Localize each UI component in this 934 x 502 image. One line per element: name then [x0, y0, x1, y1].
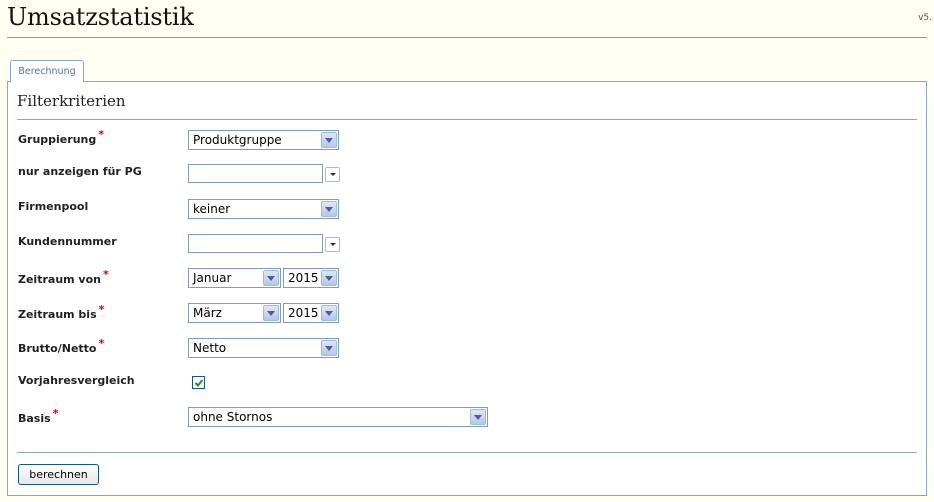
row-nur-anzeigen-pg: nur anzeigen für PG: [8, 164, 926, 186]
berechnen-button[interactable]: berechnen: [18, 464, 99, 485]
basis-label: Basis *: [18, 407, 59, 425]
nur-anzeigen-pg-input[interactable]: [188, 164, 323, 183]
gruppierung-select[interactable]: Produktgruppe: [188, 130, 339, 150]
zeitraum-von-label: Zeitraum von *: [18, 268, 109, 286]
firmenpool-label: Firmenpool: [18, 200, 89, 213]
firmenpool-value: keiner: [193, 202, 231, 216]
required-marker: *: [98, 337, 105, 350]
basis-select[interactable]: ohne Stornos: [188, 407, 488, 427]
tab-berechnung[interactable]: Berechnung: [10, 60, 84, 82]
zeitraum-von-month-select[interactable]: Januar: [188, 268, 281, 288]
row-brutto-netto: Brutto/Netto * Netto: [8, 337, 926, 360]
chevron-down-icon: [321, 305, 337, 321]
zeitraum-bis-year-value: 2015: [288, 306, 319, 320]
gruppierung-value: Produktgruppe: [193, 133, 282, 147]
version-label: v5.: [918, 13, 932, 23]
vorjahresvergleich-checkbox[interactable]: [192, 376, 205, 389]
chevron-down-icon[interactable]: [325, 237, 340, 252]
firmenpool-select[interactable]: keiner: [188, 199, 339, 219]
app-title: Umsatzstatistik: [7, 3, 194, 31]
chevron-down-icon: [263, 305, 279, 321]
required-marker: *: [98, 128, 104, 141]
zeitraum-bis-label: Zeitraum bis *: [18, 303, 105, 321]
zeitraum-von-year-value: 2015: [288, 271, 319, 285]
row-gruppierung: Gruppierung * Produktgruppe: [8, 128, 926, 152]
chevron-down-icon: [321, 340, 337, 356]
kundennummer-input[interactable]: [188, 234, 323, 253]
zeitraum-bis-year-select[interactable]: 2015: [283, 303, 339, 323]
zeitraum-bis-month-value: März: [193, 306, 222, 320]
actions-divider: [17, 452, 917, 453]
required-marker: *: [103, 268, 109, 281]
brutto-netto-label: Brutto/Netto *: [18, 337, 105, 355]
row-vorjahresvergleich: Vorjahresvergleich: [8, 374, 926, 396]
zeitraum-von-year-select[interactable]: 2015: [283, 268, 339, 288]
zeitraum-bis-month-select[interactable]: März: [188, 303, 281, 323]
chevron-down-icon: [321, 132, 337, 148]
brutto-netto-select[interactable]: Netto: [188, 338, 339, 358]
kundennummer-label: Kundennummer: [18, 235, 117, 248]
nur-anzeigen-pg-label: nur anzeigen für PG: [18, 165, 142, 178]
row-zeitraum-von: Zeitraum von * Januar 2015: [8, 268, 926, 290]
vorjahresvergleich-label: Vorjahresvergleich: [18, 374, 135, 387]
chevron-down-icon: [470, 409, 486, 425]
chevron-down-icon: [321, 201, 337, 217]
row-kundennummer: Kundennummer: [8, 234, 926, 256]
required-marker: *: [52, 407, 59, 420]
filter-panel: Filterkriterien Gruppierung * Produktgrup…: [7, 81, 927, 496]
chevron-down-icon: [263, 270, 279, 286]
basis-value: ohne Stornos: [193, 410, 273, 424]
checkmark-icon: [194, 379, 204, 387]
gruppierung-label: Gruppierung *: [18, 128, 104, 146]
zeitraum-von-month-value: Januar: [193, 271, 232, 285]
chevron-down-icon[interactable]: [325, 167, 340, 182]
section-divider: [17, 119, 917, 120]
row-firmenpool: Firmenpool keiner: [8, 199, 926, 221]
section-title: Filterkriterien: [17, 92, 126, 110]
required-marker: *: [98, 303, 105, 316]
row-basis: Basis * ohne Stornos: [8, 407, 926, 429]
row-zeitraum-bis: Zeitraum bis * März 2015: [8, 303, 926, 325]
brutto-netto-value: Netto: [193, 341, 227, 355]
chevron-down-icon: [321, 270, 337, 286]
title-divider: [7, 37, 927, 38]
